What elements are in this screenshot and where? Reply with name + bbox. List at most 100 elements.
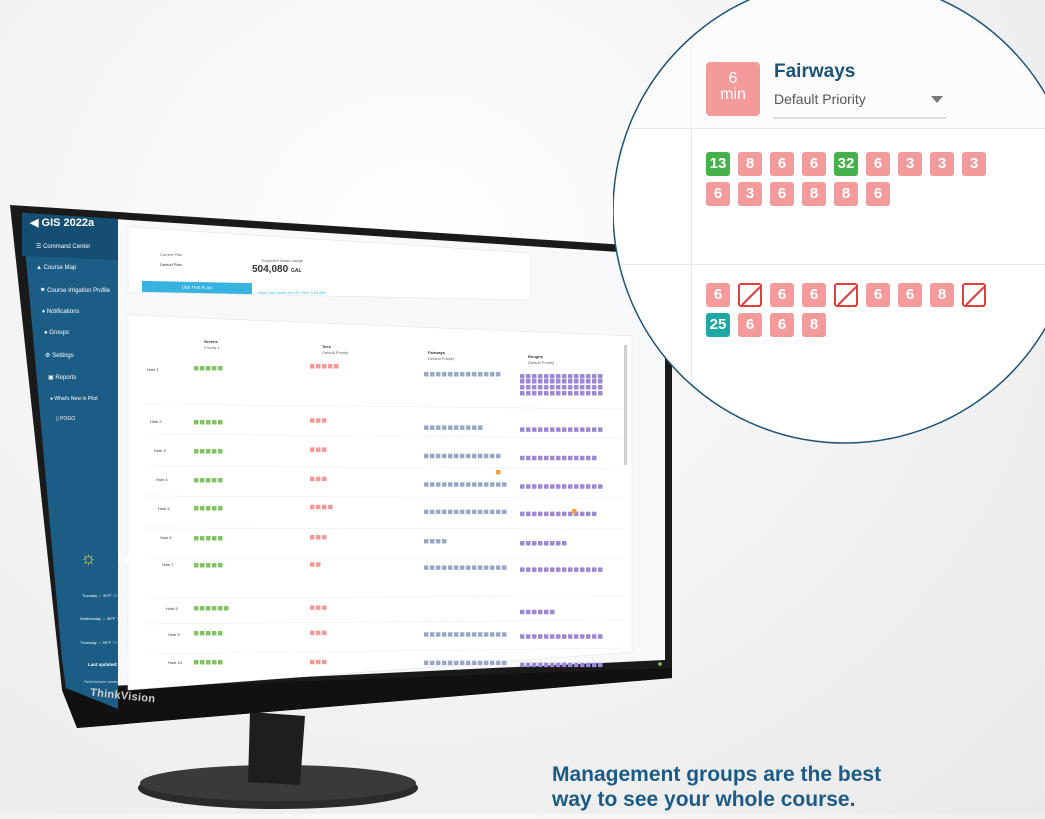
zone-square xyxy=(322,504,327,510)
zone-square xyxy=(592,374,597,379)
zone-square xyxy=(580,427,585,432)
zone-square xyxy=(562,662,567,668)
zone-badge[interactable]: 13 xyxy=(706,152,730,176)
zone-square xyxy=(538,609,543,615)
zone-badge[interactable]: 3 xyxy=(930,152,954,176)
no-water-icon[interactable] xyxy=(962,283,986,307)
zone-square xyxy=(526,662,531,668)
zone-square xyxy=(212,563,217,568)
zone-square xyxy=(586,427,591,432)
zone-badge[interactable]: 6 xyxy=(898,283,922,307)
zone-square xyxy=(424,372,429,377)
zone-square xyxy=(430,565,435,570)
zone-square xyxy=(430,509,435,515)
zone-badge[interactable]: 6 xyxy=(770,313,794,337)
zone-square xyxy=(496,632,501,637)
zone-badge[interactable]: 3 xyxy=(738,182,762,206)
zone-square xyxy=(466,482,471,487)
zone-square xyxy=(496,660,501,666)
zone-square xyxy=(562,541,567,546)
zone-square xyxy=(478,482,483,487)
zone-badge[interactable]: 25 xyxy=(706,313,730,337)
zone-badge[interactable]: 6 xyxy=(866,182,890,206)
zone-square xyxy=(424,453,429,459)
zone-square xyxy=(520,385,525,390)
slash-icon xyxy=(837,286,857,306)
no-water-icon[interactable] xyxy=(738,283,762,307)
zone-badge[interactable]: 6 xyxy=(770,152,794,176)
zone-square xyxy=(218,420,223,425)
zone-square xyxy=(310,504,315,510)
zone-square xyxy=(194,506,199,511)
no-water-icon[interactable] xyxy=(834,283,858,307)
zone-badge[interactable]: 8 xyxy=(802,182,826,206)
zone-square xyxy=(484,509,489,515)
zone-square xyxy=(200,563,205,568)
priority-select[interactable]: Default Priority xyxy=(774,91,866,107)
zone-square xyxy=(430,425,435,430)
zone-square xyxy=(472,372,477,377)
zone-badge[interactable]: 6 xyxy=(802,152,826,176)
zone-square xyxy=(484,372,489,377)
zone-square xyxy=(460,482,465,487)
zone-square xyxy=(568,427,573,432)
zone-square xyxy=(322,447,327,452)
zone-badge[interactable]: 6 xyxy=(802,283,826,307)
zone-square xyxy=(484,660,489,666)
zone-square xyxy=(200,606,205,611)
zone-badge[interactable]: 32 xyxy=(834,152,858,176)
zone-badge[interactable]: 6 xyxy=(770,182,794,206)
zone-square xyxy=(442,482,447,487)
zone-square xyxy=(520,662,525,668)
zone-square xyxy=(430,539,435,544)
zone-square xyxy=(526,511,531,517)
zone-square xyxy=(218,366,223,371)
zone-square xyxy=(550,385,555,390)
zone-square xyxy=(322,630,327,636)
zone-square xyxy=(490,660,495,666)
zone-square xyxy=(496,482,501,487)
zone-square xyxy=(532,374,537,379)
zone-square xyxy=(448,482,453,487)
zone-badge[interactable]: 3 xyxy=(962,152,986,176)
zone-square xyxy=(478,660,483,666)
zone-square xyxy=(562,634,567,639)
zone-badge[interactable]: 8 xyxy=(834,182,858,206)
zone-badge[interactable]: 6 xyxy=(738,313,762,337)
zone-square xyxy=(598,391,603,396)
zone-square xyxy=(448,660,453,666)
zone-badge[interactable]: 8 xyxy=(802,313,826,337)
zone-badge[interactable]: 8 xyxy=(738,152,762,176)
zone-square xyxy=(574,385,579,390)
zone-badge[interactable]: 6 xyxy=(866,152,890,176)
zone-square xyxy=(194,606,199,611)
zone-square xyxy=(598,484,603,489)
zone-square xyxy=(572,509,577,514)
zone-badge[interactable]: 8 xyxy=(930,283,954,307)
zone-badge[interactable]: 6 xyxy=(770,283,794,307)
zone-square xyxy=(328,364,333,369)
caption: Management groups are the best way to se… xyxy=(552,762,881,812)
zone-square xyxy=(532,634,537,639)
zone-square xyxy=(430,482,435,487)
zone-square xyxy=(200,536,205,541)
zone-badge[interactable]: 3 xyxy=(898,152,922,176)
zone-square xyxy=(454,565,459,570)
zone-square xyxy=(484,453,489,459)
zone-square xyxy=(520,567,525,572)
zone-square xyxy=(316,418,321,423)
zone-square xyxy=(580,455,585,461)
zone-square xyxy=(496,565,501,570)
zone-square xyxy=(556,662,561,668)
zone-square xyxy=(544,379,549,384)
zone-square xyxy=(568,385,573,390)
zone-square xyxy=(472,632,477,637)
zone-badge[interactable]: 6 xyxy=(706,182,730,206)
zone-square xyxy=(466,509,471,515)
zone-badge[interactable]: 6 xyxy=(866,283,890,307)
zone-square xyxy=(194,660,199,665)
zone-badge[interactable]: 6 xyxy=(706,283,730,307)
zone-square xyxy=(460,453,465,459)
zone-square xyxy=(502,632,507,637)
zone-square xyxy=(322,476,327,482)
